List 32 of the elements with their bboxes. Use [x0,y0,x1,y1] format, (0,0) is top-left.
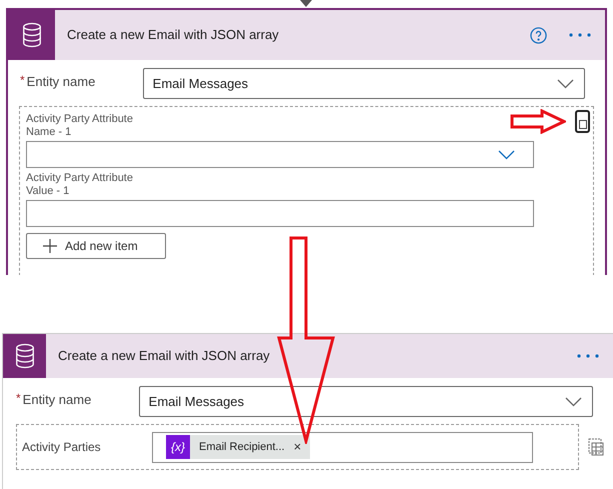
chevron-down-icon [565,396,582,406]
token-text: Email Recipient... [198,440,286,455]
table-icon[interactable] [588,438,604,456]
plus-icon [43,239,57,253]
card-title: Create a new Email with JSON array [58,347,270,366]
required-asterisk: * [20,72,25,89]
connector-arrow-icon [300,0,312,8]
attribute-value-field[interactable] [26,200,534,227]
add-item-button[interactable]: Add new item [26,233,166,259]
database-icon [14,343,36,369]
field-label: Entity name [26,73,96,91]
more-options-icon[interactable] [577,354,599,358]
switch-to-text-mode-button[interactable] [575,110,590,133]
field-label: Activity Party Attribute Value - 1 [26,172,134,198]
remove-token-button[interactable]: × [294,437,310,457]
more-options-icon[interactable] [569,33,591,37]
field-label: Activity Parties [22,439,102,456]
card-title: Create a new Email with JSON array [67,26,279,44]
entity-dropdown[interactable]: Email Messages [138,386,593,417]
field-label: Activity Party Attribute Name - 1 [26,113,134,139]
database-icon [20,22,42,48]
expression-icon: {x} [166,435,190,459]
attribute-name-dropdown[interactable] [26,141,534,168]
chevron-down-icon [557,78,574,88]
annotation-arrow [510,109,566,134]
field-label: Entity name [22,391,92,409]
help-icon[interactable] [530,26,547,44]
dynamic-content-token[interactable]: {x} Email Recipient... × [166,435,310,459]
chevron-down-icon [498,150,515,160]
required-asterisk: * [16,390,21,407]
entity-dropdown[interactable]: Email Messages [142,68,585,99]
activity-parties-field[interactable]: {x} Email Recipient... × [152,432,533,462]
